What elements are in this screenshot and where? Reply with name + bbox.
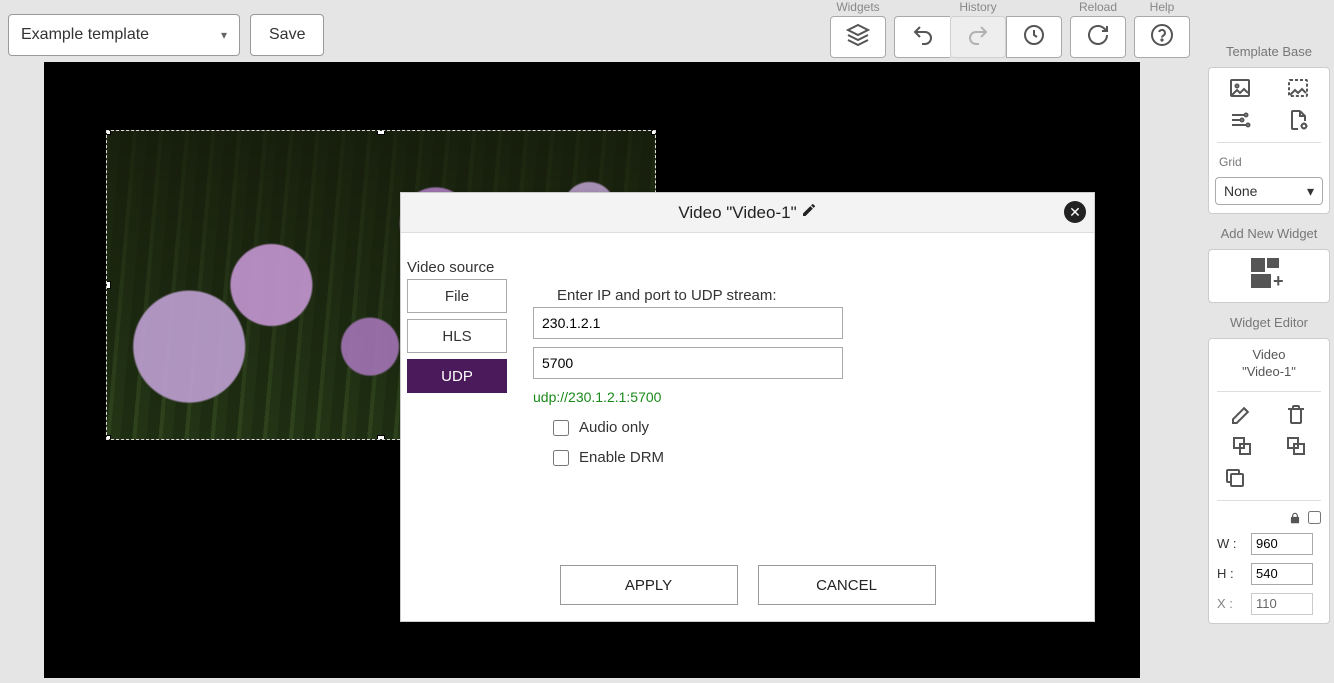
save-button[interactable]: Save xyxy=(250,14,324,56)
add-widget-title: Add New Widget xyxy=(1204,226,1334,241)
dialog-header: Video "Video-1" ✕ xyxy=(401,193,1094,233)
close-icon[interactable]: ✕ xyxy=(1064,201,1086,223)
pencil-icon[interactable] xyxy=(801,202,817,223)
widget-editor-panel: Video "Video-1" xyxy=(1208,338,1330,624)
height-label: H : xyxy=(1217,566,1245,581)
copy-widget-button[interactable] xyxy=(1223,466,1247,490)
x-label: X : xyxy=(1217,596,1245,611)
resize-handle-ml[interactable] xyxy=(106,281,111,289)
redo-icon xyxy=(966,23,990,52)
resize-handle-bm[interactable] xyxy=(377,435,385,440)
width-input[interactable] xyxy=(1251,533,1313,555)
audio-only-label: Audio only xyxy=(579,419,649,436)
dialog-title: Video "Video-1" xyxy=(678,203,796,223)
reload-label: Reload xyxy=(1079,0,1117,16)
layers-icon xyxy=(846,23,870,52)
help-label: Help xyxy=(1150,0,1175,16)
image-dashed-icon[interactable] xyxy=(1286,76,1310,100)
bring-forward-button[interactable] xyxy=(1230,434,1254,458)
source-tab-hls[interactable]: HLS xyxy=(407,319,507,353)
resize-handle-tm[interactable] xyxy=(377,130,385,135)
resize-handle-tr[interactable] xyxy=(651,130,656,135)
help-icon xyxy=(1150,23,1174,52)
add-widget-button[interactable]: + xyxy=(1251,258,1287,294)
file-gear-icon[interactable] xyxy=(1286,108,1310,132)
chevron-down-icon: ▾ xyxy=(1307,183,1314,200)
enable-drm-row[interactable]: Enable DRM xyxy=(553,449,664,466)
lock-icon xyxy=(1288,511,1302,525)
reload-button[interactable] xyxy=(1070,16,1126,58)
add-widget-panel: + xyxy=(1208,249,1330,303)
widgets-button[interactable] xyxy=(830,16,886,58)
undo-button[interactable] xyxy=(894,16,950,58)
cancel-button[interactable]: CANCEL xyxy=(758,565,936,605)
audio-only-checkbox[interactable] xyxy=(553,420,569,436)
sliders-icon[interactable] xyxy=(1228,108,1252,132)
ip-input[interactable] xyxy=(533,307,843,339)
template-name: Example template xyxy=(21,26,149,44)
resize-handle-tl[interactable] xyxy=(106,130,111,135)
edit-widget-button[interactable] xyxy=(1230,402,1254,426)
history-button[interactable] xyxy=(1006,16,1062,58)
lock-aspect-checkbox[interactable] xyxy=(1308,511,1321,524)
udp-url-display: udp://230.1.2.1:5700 xyxy=(533,389,661,405)
audio-only-row[interactable]: Audio only xyxy=(553,419,649,436)
reload-icon xyxy=(1086,23,1110,52)
source-tab-udp[interactable]: UDP xyxy=(407,359,507,393)
template-select[interactable]: Example template ▾ xyxy=(8,14,240,56)
x-input[interactable] xyxy=(1251,593,1313,615)
delete-widget-button[interactable] xyxy=(1284,402,1308,426)
image-icon[interactable] xyxy=(1228,76,1252,100)
udp-prompt: Enter IP and port to UDP stream: xyxy=(557,287,777,304)
widget-editor-title: Widget Editor xyxy=(1204,315,1334,330)
right-sidebar: Template Base Grid None ▾ Add New Widget xyxy=(1204,40,1334,683)
history-label: History xyxy=(959,0,996,16)
source-tab-file[interactable]: File xyxy=(407,279,507,313)
enable-drm-checkbox[interactable] xyxy=(553,450,569,466)
video-settings-dialog: Video "Video-1" ✕ Video source File HLS … xyxy=(400,192,1095,622)
resize-handle-bl[interactable] xyxy=(106,435,111,440)
widget-editor-name: Video "Video-1" xyxy=(1242,347,1296,381)
apply-button[interactable]: APPLY xyxy=(560,565,738,605)
top-toolbar: Example template ▾ Save Widgets History xyxy=(0,0,1334,62)
width-label: W : xyxy=(1217,536,1245,551)
history-icon xyxy=(1022,23,1046,52)
grid-label: Grid xyxy=(1219,155,1242,169)
grid-select[interactable]: None ▾ xyxy=(1215,177,1323,205)
template-base-panel: Grid None ▾ xyxy=(1208,67,1330,214)
widgets-label: Widgets xyxy=(836,0,879,16)
port-input[interactable] xyxy=(533,347,843,379)
height-input[interactable] xyxy=(1251,563,1313,585)
undo-icon xyxy=(911,23,935,52)
video-source-label: Video source xyxy=(407,259,494,276)
grid-value: None xyxy=(1224,183,1257,199)
template-base-title: Template Base xyxy=(1204,44,1334,59)
help-button[interactable] xyxy=(1134,16,1190,58)
chevron-down-icon: ▾ xyxy=(221,28,227,42)
enable-drm-label: Enable DRM xyxy=(579,449,664,466)
send-backward-button[interactable] xyxy=(1284,434,1308,458)
redo-button[interactable] xyxy=(950,16,1006,58)
